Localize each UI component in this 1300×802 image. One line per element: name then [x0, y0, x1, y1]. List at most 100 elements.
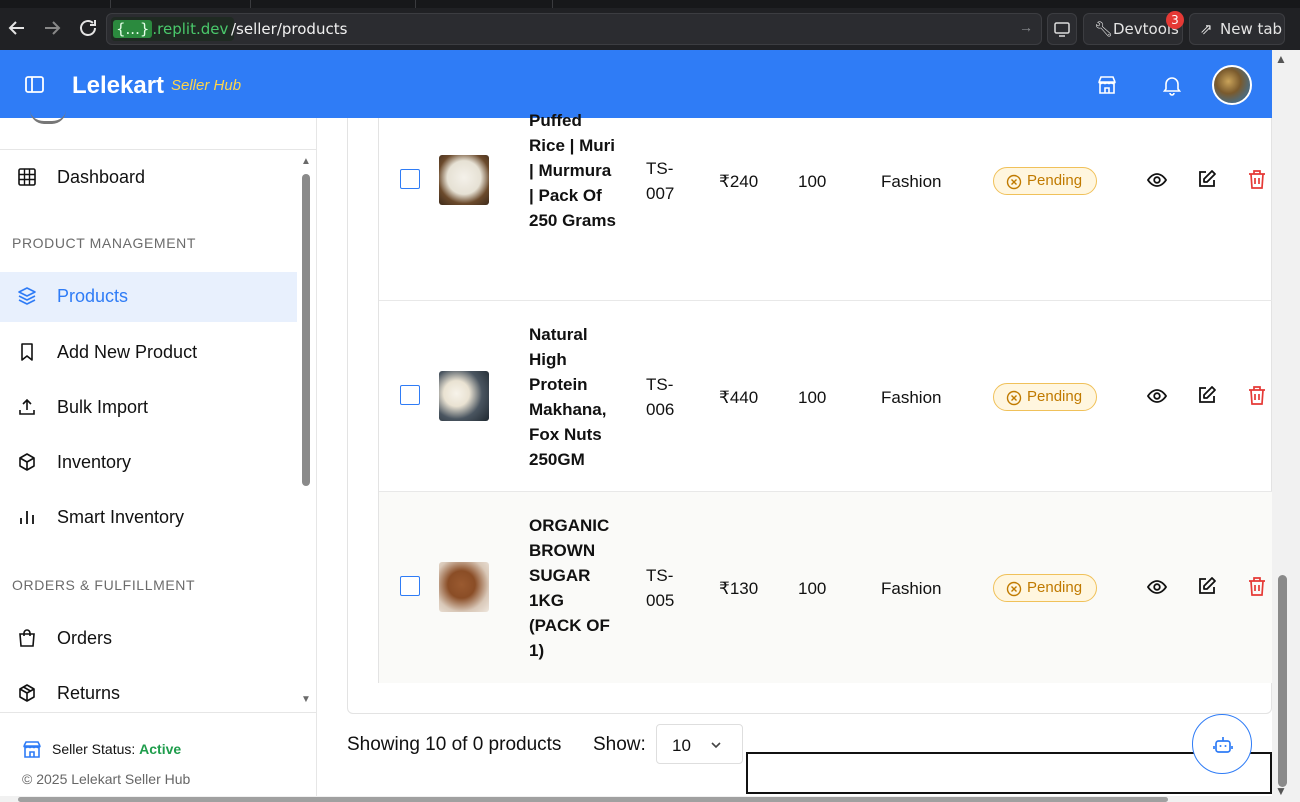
scroll-down-icon[interactable]: ▼	[1275, 784, 1287, 798]
section-title-product-management: PRODUCT MANAGEMENT	[12, 235, 196, 251]
chevron-down-icon	[709, 737, 723, 751]
x-circle-icon	[1006, 173, 1022, 190]
product-stock: 100	[798, 172, 827, 191]
product-thumbnail	[439, 371, 489, 421]
row-checkbox[interactable]	[400, 169, 420, 189]
sidebar-item-label: Inventory	[57, 452, 132, 472]
page-size-value: 10	[672, 736, 691, 755]
product-category: Fashion	[881, 388, 942, 407]
tab-strip	[0, 0, 1300, 8]
horizontal-scroll-thumb[interactable]	[18, 797, 1168, 802]
store-status-icon	[22, 739, 42, 764]
package-return-icon	[17, 683, 37, 703]
x-circle-icon	[1006, 580, 1022, 597]
sidebar-item-label: Returns	[57, 683, 121, 703]
main-content: Puffed Rice | Muri | Murmura | Pack Of 2…	[317, 111, 1273, 802]
upload-icon	[17, 397, 37, 417]
edit-icon[interactable]	[1196, 384, 1218, 406]
section-title-orders-fulfillment: ORDERS & FULFILLMENT	[12, 577, 196, 593]
reload-icon[interactable]	[76, 16, 100, 40]
pagination-summary: Showing 10 of 0 products	[347, 734, 562, 755]
status-text: Pending	[1027, 172, 1083, 189]
sidebar-item-smart-inventory[interactable]: Smart Inventory	[0, 493, 297, 543]
external-link-icon: ⇗	[1200, 20, 1213, 38]
devtools-button[interactable]: 🔧︎ Devtools 3	[1083, 11, 1184, 45]
horizontal-scrollbar[interactable]	[0, 796, 1272, 802]
bar-chart-icon	[17, 507, 37, 527]
product-sku: TS-007	[646, 159, 675, 203]
avatar[interactable]	[1212, 65, 1252, 105]
product-name: Natural High Protein Makhana, Fox Nuts 2…	[529, 325, 607, 469]
status-badge: Pending	[993, 167, 1097, 195]
eye-icon[interactable]	[1146, 385, 1168, 407]
bookmark-icon	[17, 342, 37, 362]
product-price: ₹440	[719, 388, 759, 407]
product-stock: 100	[798, 579, 827, 598]
status-badge: Pending	[993, 383, 1097, 411]
brand-subtitle: Seller Hub	[171, 77, 242, 94]
url-path: /seller/products	[231, 20, 348, 38]
sidebar-item-label: Dashboard	[57, 167, 146, 187]
new-tab-button[interactable]: ⇗ New tab	[1189, 13, 1285, 45]
table-row: Puffed Rice | Muri | Murmura | Pack Of 2…	[379, 111, 1273, 301]
sidebar-item-label: Bulk Import	[57, 397, 149, 417]
scroll-up-icon[interactable]: ▲	[1275, 52, 1287, 66]
sidebar-item-dashboard[interactable]: Dashboard	[0, 153, 297, 203]
product-price: ₹240	[719, 172, 759, 191]
sidebar-item-bulk-import[interactable]: Bulk Import	[0, 383, 297, 433]
sidebar-item-orders[interactable]: Orders	[0, 614, 297, 664]
product-stock: 100	[798, 388, 827, 407]
overlay-input-box[interactable]	[746, 752, 1272, 794]
sidebar-item-add-new-product[interactable]: Add New Product	[0, 328, 297, 378]
scroll-up-icon[interactable]: ▲	[300, 156, 312, 167]
sidebar: Dashboard PRODUCT MANAGEMENT Products Ad…	[0, 118, 317, 802]
sidebar-item-label: Add New Product	[57, 342, 198, 362]
row-checkbox[interactable]	[400, 576, 420, 596]
edit-icon[interactable]	[1196, 575, 1218, 597]
copyright: © 2025 Lelekart Seller Hub	[22, 771, 191, 787]
sidebar-item-label: Orders	[57, 628, 113, 648]
screen-icon[interactable]	[1047, 13, 1077, 45]
status-text: Pending	[1027, 388, 1083, 405]
layers-icon	[17, 286, 37, 306]
trash-icon[interactable]	[1246, 575, 1268, 597]
bell-icon[interactable]	[1161, 74, 1183, 96]
trash-icon[interactable]	[1246, 168, 1268, 190]
product-category: Fashion	[881, 579, 942, 598]
trash-icon[interactable]	[1246, 384, 1268, 406]
sidebar-scrollbar[interactable]: ▲ ▼	[300, 156, 312, 706]
brand-name[interactable]: Lelekart	[72, 72, 164, 100]
go-arrow-icon[interactable]: →	[1019, 19, 1033, 35]
page-scrollbar[interactable]: ▲ ▼	[1272, 50, 1300, 802]
bot-icon	[1213, 737, 1233, 753]
eye-icon[interactable]	[1146, 169, 1168, 191]
wrench-icon: 🔧︎	[1094, 20, 1114, 38]
forward-icon[interactable]	[40, 16, 64, 40]
sidebar-item-inventory[interactable]: Inventory	[0, 438, 297, 488]
scroll-down-icon[interactable]: ▼	[300, 694, 312, 705]
page-scroll-thumb[interactable]	[1278, 575, 1287, 787]
address-bar[interactable]: {...} .replit.dev /seller/products →	[106, 13, 1042, 45]
product-price: ₹130	[719, 579, 759, 598]
row-checkbox[interactable]	[400, 385, 420, 405]
product-thumbnail	[439, 155, 489, 205]
product-category: Fashion	[881, 172, 942, 191]
store-icon[interactable]	[1096, 74, 1118, 96]
sidebar-item-products[interactable]: Products	[0, 272, 297, 322]
product-name: ORGANIC BROWN SUGAR 1KG (PACK OF 1)	[529, 516, 610, 660]
edit-icon[interactable]	[1196, 168, 1218, 190]
x-circle-icon	[1006, 389, 1022, 406]
sidebar-toggle-icon[interactable]	[24, 74, 46, 96]
devtools-badge: 3	[1166, 11, 1184, 29]
chatbot-button[interactable]	[1192, 714, 1252, 774]
sidebar-scroll-thumb[interactable]	[302, 174, 310, 486]
sidebar-item-label: Smart Inventory	[57, 507, 185, 527]
shopping-bag-icon	[17, 628, 37, 648]
url-host: {...} .replit.dev	[111, 17, 235, 41]
products-table: Puffed Rice | Muri | Murmura | Pack Of 2…	[378, 111, 1273, 683]
back-icon[interactable]	[5, 16, 29, 40]
page-size-select[interactable]: 10	[656, 724, 743, 764]
eye-icon[interactable]	[1146, 576, 1168, 598]
product-name: Puffed Rice | Muri | Murmura | Pack Of 2…	[529, 111, 616, 230]
product-sku: TS-006	[646, 375, 675, 419]
